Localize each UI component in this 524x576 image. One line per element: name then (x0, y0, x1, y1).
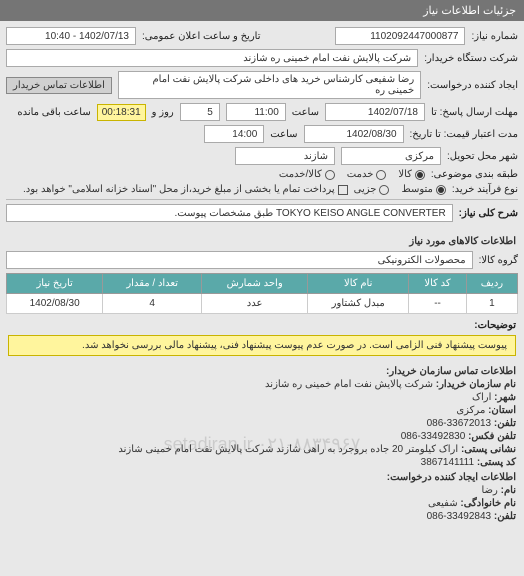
deadline-date: 1402/07/18 (325, 103, 425, 121)
buyer-value: شرکت پالایش نفت امام خمینی ره شازند (6, 49, 418, 67)
announce-value: 1402/07/13 - 10:40 (6, 27, 136, 45)
items-table: ردیف کد کالا نام کالا واحد شمارش تعداد /… (6, 273, 518, 314)
description-label: شرح کلی نیاز: (459, 208, 518, 219)
valid-date: 1402/08/30 (304, 125, 404, 143)
cell-unit: عدد (202, 294, 308, 314)
radio-icon (379, 185, 389, 195)
delivery-label: شهر محل تحویل: (447, 151, 518, 162)
radio-medium-label: متوسط (401, 184, 432, 195)
valid-time: 14:00 (204, 125, 264, 143)
cell-row: 1 (466, 294, 517, 314)
cell-code: -- (409, 294, 467, 314)
org-prov: مرکزی (456, 405, 485, 416)
deadline-time: 11:00 (226, 103, 286, 121)
notes-label: توضیحات: (474, 320, 516, 331)
header-bar: جزئیات اطلاعات نیاز (0, 0, 524, 21)
creator-section-title: اطلاعات ایجاد کننده درخواست: (8, 472, 516, 483)
deadline-days: 5 (180, 103, 220, 121)
need-number-value: 1102092447000877 (335, 27, 465, 45)
org-name-label: نام سازمان خریدار: (436, 379, 516, 390)
header-title: جزئیات اطلاعات نیاز (423, 5, 516, 17)
table-row: 1 -- مبدل کشتاور عدد 4 1402/08/30 (7, 294, 518, 314)
deadline-remain-label: ساعت باقی مانده (17, 107, 90, 118)
deadline-day-label: روز و (152, 107, 174, 118)
treasury-checkbox[interactable]: پرداخت تمام یا بخشی از مبلغ خرید،از محل … (23, 184, 348, 195)
deadline-remain: 00:18:31 (97, 104, 146, 121)
radio-medium[interactable]: متوسط (401, 184, 445, 195)
deadline-label: مهلت ارسال پاسخ: تا (431, 107, 518, 118)
creator-phone-label: تلفن: (494, 511, 516, 522)
goods-group-label: گروه کالا: (479, 255, 518, 266)
org-postcode-label: کد پستی: (477, 457, 516, 468)
treasury-label: پرداخت تمام یا بخشی از مبلغ خرید،از محل … (23, 184, 335, 195)
radio-both-label: کالا/خدمت (279, 169, 322, 180)
announce-label: تاریخ و ساعت اعلان عمومی: (142, 31, 261, 42)
th-row: ردیف (466, 274, 517, 294)
yellow-note: پیوست پیشنهاد فنی الزامی است. در صورت عد… (8, 335, 516, 356)
main-form: شماره نیاز: 1102092447000877 تاریخ و ساع… (0, 21, 524, 232)
cell-qty: 4 (103, 294, 202, 314)
radio-icon (436, 185, 446, 195)
goods-group-value: محصولات الکترونیکی (6, 251, 473, 269)
org-city-label: شهر: (494, 392, 516, 403)
cell-name: مبدل کشتاور (308, 294, 409, 314)
cell-date: 1402/08/30 (7, 294, 103, 314)
org-phone-label: تلفن: (494, 418, 516, 429)
org-phone: 33672013-086 (427, 418, 492, 429)
buyer-label: شرکت دستگاه خریدار: (424, 53, 518, 64)
creator-label: ایجاد کننده درخواست: (427, 80, 518, 91)
creator-name: رضا (481, 485, 497, 496)
radio-goods-label: کالا (398, 169, 412, 180)
purchase-type-label: نوع فرآیند خرید: (452, 184, 518, 195)
checkbox-icon (338, 185, 348, 195)
creator-family: شفیعی (428, 498, 458, 509)
radio-both[interactable]: کالا/خدمت (279, 169, 335, 180)
radio-service-label: خدمت (347, 169, 374, 180)
valid-label: مدت اعتبار قیمت: تا تاریخ: (410, 129, 518, 140)
th-date: تاریخ نیاز (7, 274, 103, 294)
creator-name-label: نام: (501, 485, 516, 496)
radio-icon (325, 170, 335, 180)
org-postal-label: نشانی پستی: (461, 444, 516, 455)
purchase-radio-group: متوسط جزیی (354, 184, 446, 195)
need-number-label: شماره نیاز: (471, 31, 518, 42)
radio-icon (415, 170, 425, 180)
th-name: نام کالا (308, 274, 409, 294)
radio-icon (376, 170, 386, 180)
category-label: طبقه بندی موضوعی: (431, 169, 518, 180)
items-section-title: اطلاعات کالاهای مورد نیاز (0, 232, 524, 251)
divider (6, 199, 518, 200)
th-code: کد کالا (409, 274, 467, 294)
th-unit: واحد شمارش (202, 274, 308, 294)
org-postal: اراک کیلومتر 20 جاده بروجرد به راهی شازن… (118, 444, 458, 455)
org-city: اراک (472, 392, 491, 403)
delivery-city: شازند (235, 147, 335, 165)
radio-minor-label: جزیی (354, 184, 377, 195)
creator-family-label: نام خانوادگی: (460, 498, 516, 509)
radio-goods[interactable]: کالا (398, 169, 425, 180)
radio-minor[interactable]: جزیی (354, 184, 390, 195)
deadline-time-label: ساعت (292, 107, 319, 118)
contact-block: setadiran.ir ۰۲۱-۸۸۳۴۹۶۷ اطلاعات تماس سا… (0, 360, 524, 530)
radio-service[interactable]: خدمت (347, 169, 387, 180)
org-fax: 33492830-086 (401, 431, 466, 442)
delivery-prov: مرکزی (341, 147, 441, 165)
contact-button[interactable]: اطلاعات تماس خریدار (6, 77, 112, 94)
creator-value: رضا شفیعی کارشناس خرید های داخلی شرکت پا… (118, 71, 421, 99)
org-postcode: 3867141111 (421, 457, 474, 468)
th-qty: تعداد / مقدار (103, 274, 202, 294)
description-value: TOKYO KEISO ANGLE CONVERTER طبق مشخصات پ… (6, 204, 453, 222)
valid-time-label: ساعت (270, 129, 297, 140)
org-fax-label: تلفن فکس: (468, 431, 516, 442)
contact-section-title: اطلاعات تماس سازمان خریدار: (8, 366, 516, 377)
table-header-row: ردیف کد کالا نام کالا واحد شمارش تعداد /… (7, 274, 518, 294)
org-name: شرکت پالایش نفت امام خمینی ره شازند (265, 379, 433, 390)
org-prov-label: استان: (488, 405, 516, 416)
category-radio-group: کالا خدمت کالا/خدمت (279, 169, 425, 180)
creator-phone: 33492843-086 (427, 511, 492, 522)
